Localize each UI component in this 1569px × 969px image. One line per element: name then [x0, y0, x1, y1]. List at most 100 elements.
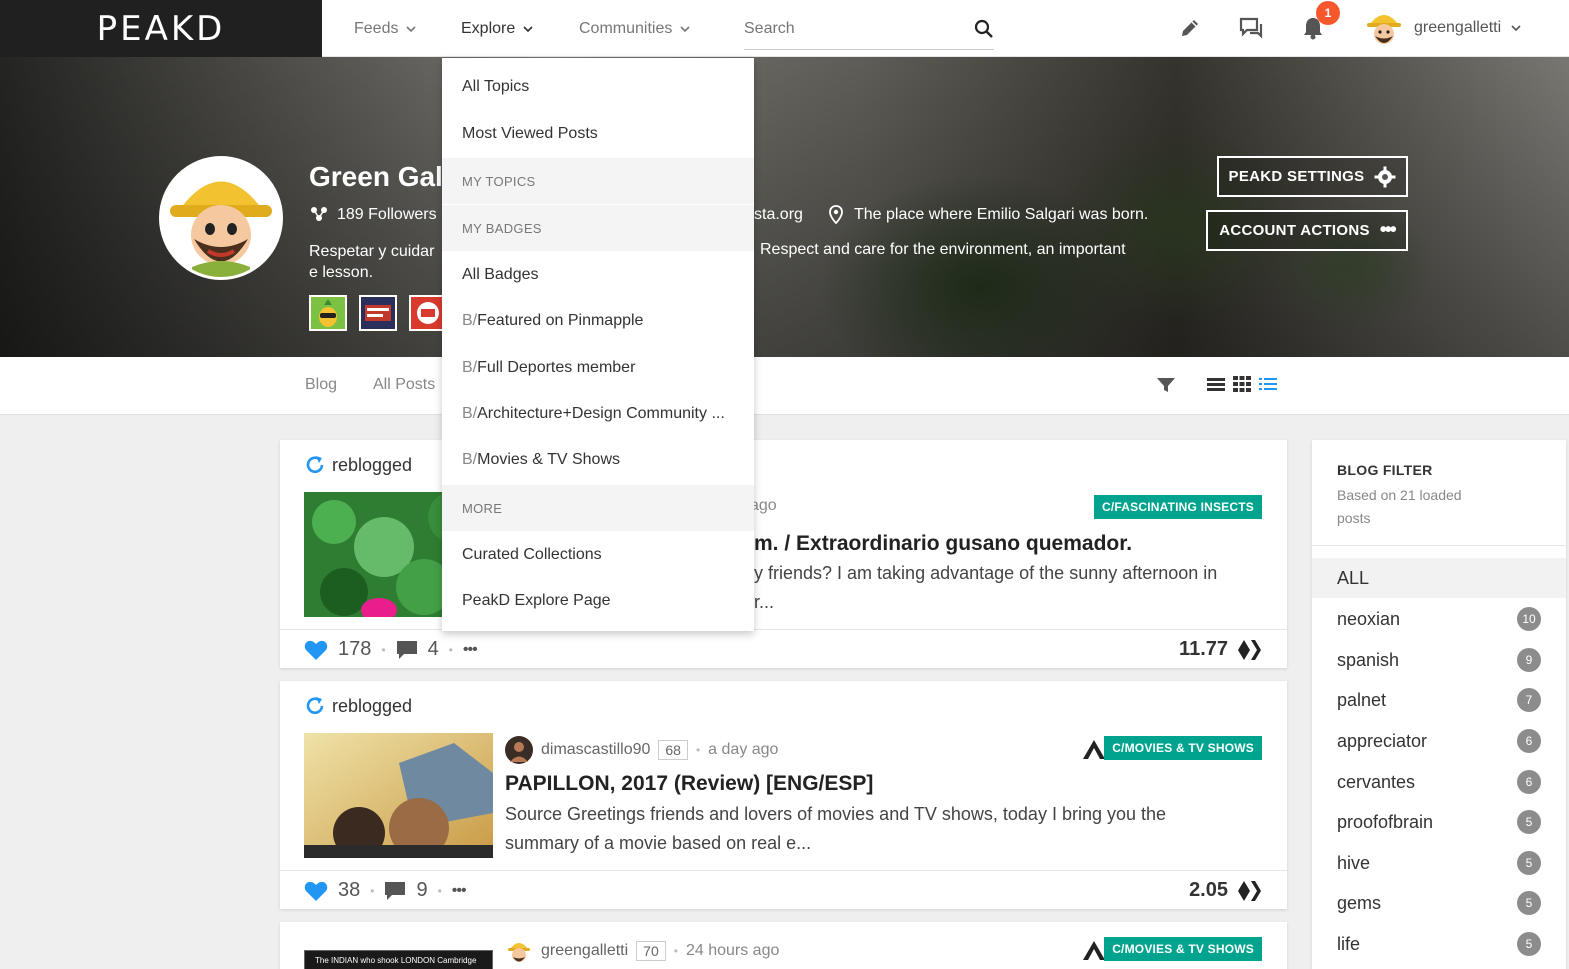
write-post-button[interactable]: [1174, 12, 1206, 44]
list-view-icon[interactable]: [1207, 376, 1225, 392]
badge-prefix: B/: [462, 359, 478, 376]
compact-list-icon[interactable]: [1259, 376, 1277, 392]
post-meta: greengalletti 70 • 24 hours ago: [505, 937, 779, 965]
comment-icon[interactable]: [384, 881, 406, 901]
filter-item[interactable]: palnet 7: [1312, 680, 1566, 720]
profile-website-link[interactable]: sta.org: [754, 206, 803, 224]
separator-dot: •: [381, 642, 386, 657]
menu-item-all-badges[interactable]: All Badges: [442, 252, 754, 298]
divider: [1312, 545, 1566, 546]
menu-item-all-topics[interactable]: All Topics: [442, 64, 754, 110]
community-tag[interactable]: C/FASCINATING INSECTS: [1094, 495, 1262, 519]
filter-item-label: palnet: [1337, 689, 1387, 710]
location-pin-icon: [829, 205, 843, 225]
filter-item-all[interactable]: ALL: [1312, 558, 1566, 598]
feeds-menu[interactable]: Feeds: [354, 0, 417, 57]
filter-item[interactable]: proofofbrain 5: [1312, 802, 1566, 842]
menu-item-badge[interactable]: B/Full Deportes member: [442, 345, 754, 391]
community-tag[interactable]: C/MOVIES & TV SHOWS: [1104, 937, 1262, 961]
heart-icon[interactable]: [304, 639, 328, 661]
post-thumbnail[interactable]: The INDIAN who shook LONDON Cambridge: [304, 950, 493, 969]
profile-name: Green Galletti: [309, 161, 443, 192]
reblogged-label: reblogged: [332, 695, 413, 716]
profile-location: The place where Emilio Salgari was born.: [828, 205, 1148, 225]
filter-item[interactable]: life 5: [1312, 924, 1566, 964]
badge-full-deportes[interactable]: [359, 295, 397, 331]
badge-prefix: B/: [462, 312, 478, 329]
user-menu[interactable]: greengalletti: [1364, 6, 1521, 50]
grid-view-icon[interactable]: [1233, 376, 1251, 392]
filter-item[interactable]: spanish 9: [1312, 640, 1566, 680]
chat-button[interactable]: [1235, 12, 1267, 44]
menu-item-badge[interactable]: B/Featured on Pinmapple: [442, 298, 754, 344]
filter-button[interactable]: [1156, 376, 1176, 394]
menu-item-curated-collections[interactable]: Curated Collections: [442, 532, 754, 578]
post-thumbnail[interactable]: [304, 733, 493, 858]
filter-item[interactable]: gems 5: [1312, 883, 1566, 923]
community-tag[interactable]: C/MOVIES & TV SHOWS: [1104, 736, 1262, 760]
post-snippet: Source Greetings friends and lovers of m…: [505, 804, 1167, 853]
author-avatar[interactable]: [505, 736, 533, 764]
peakd-settings-button[interactable]: PEAKD SETTINGS: [1217, 156, 1408, 197]
followers-count[interactable]: 189 Followers: [309, 206, 437, 224]
search-input[interactable]: [744, 19, 944, 38]
profile-badges: [309, 295, 447, 331]
like-count: 178: [338, 638, 372, 660]
heart-icon[interactable]: [304, 880, 328, 902]
profile-banner: Green Galletti 189 Followers sta.org The…: [0, 57, 1569, 357]
author-avatar[interactable]: [505, 937, 533, 965]
explore-label: Explore: [461, 19, 516, 37]
post-card[interactable]: reblogged dimascastillo90 68 • a day ago…: [280, 681, 1287, 909]
post-card[interactable]: reblogged ago C/FASCINATING INSECTS m. /…: [280, 440, 1287, 668]
explore-menu[interactable]: Explore: [461, 0, 533, 57]
post-payout[interactable]: 2.05: [1189, 879, 1262, 902]
menu-item-badge[interactable]: B/Movies & TV Shows: [442, 437, 754, 483]
communities-menu[interactable]: Communities: [579, 0, 690, 57]
filter-item-count: 5: [1517, 932, 1541, 956]
badge-pineapple[interactable]: [309, 295, 347, 331]
more-dots-icon: •••: [1379, 219, 1397, 241]
more-options-icon[interactable]: •••: [452, 882, 467, 900]
badge-prefix: B/: [462, 451, 478, 468]
chevron-down-icon: [406, 25, 417, 32]
notification-count-badge: 1: [1316, 1, 1340, 25]
author-name[interactable]: greengalletti: [541, 942, 628, 960]
post-payout[interactable]: 11.77: [1179, 638, 1262, 661]
logo-text: PEAKD: [96, 8, 226, 49]
filter-item-count: 10: [1517, 607, 1541, 631]
username-label: greengalletti: [1414, 19, 1502, 36]
menu-item-badge[interactable]: B/Architecture+Design Community ...: [442, 391, 754, 437]
menu-item-explore-page[interactable]: PeakD Explore Page: [442, 578, 754, 624]
post-time: a day ago: [708, 741, 779, 758]
user-avatar: [1364, 8, 1404, 48]
comment-icon[interactable]: [396, 640, 418, 660]
tab-blog[interactable]: Blog: [305, 376, 337, 394]
explore-dropdown-menu: All Topics Most Viewed Posts MY TOPICS M…: [442, 58, 754, 631]
profile-subnav: Blog All Posts: [0, 357, 1569, 415]
tab-all-posts[interactable]: All Posts: [373, 376, 435, 394]
profile-bio-continued: Respect and care for the environment, an…: [760, 241, 1126, 258]
chat-icon: [1239, 17, 1263, 39]
search-icon[interactable]: [974, 19, 994, 39]
peakd-logo[interactable]: PEAKD: [0, 0, 322, 57]
filter-item[interactable]: neoxian 10: [1312, 599, 1566, 639]
post-card[interactable]: The INDIAN who shook LONDON Cambridge gr…: [280, 922, 1287, 969]
filter-item[interactable]: appreciator 6: [1312, 721, 1566, 761]
filter-item[interactable]: cervantes 6: [1312, 762, 1566, 802]
filter-item[interactable]: hive 5: [1312, 843, 1566, 883]
post-title[interactable]: PAPILLON, 2017 (Review) [ENG/ESP]: [505, 772, 873, 796]
profile-avatar[interactable]: [159, 156, 283, 280]
menu-item-most-viewed[interactable]: Most Viewed Posts: [442, 111, 754, 157]
pencil-icon: [1182, 20, 1198, 36]
reblogged-label: reblogged: [332, 454, 413, 475]
more-options-icon[interactable]: •••: [463, 641, 478, 659]
author-name[interactable]: dimascastillo90: [541, 741, 650, 759]
account-actions-button[interactable]: ACCOUNT ACTIONS •••: [1206, 210, 1408, 251]
post-title[interactable]: m. / Extraordinario gusano quemador.: [754, 532, 1132, 556]
reblog-icon: [306, 456, 324, 474]
communities-label: Communities: [579, 19, 673, 37]
filter-item-count: 5: [1517, 851, 1541, 875]
peakd-community-icon: [1083, 740, 1105, 759]
settings-label: PEAKD SETTINGS: [1228, 168, 1365, 185]
badge-name: Movies & TV Shows: [477, 451, 620, 468]
